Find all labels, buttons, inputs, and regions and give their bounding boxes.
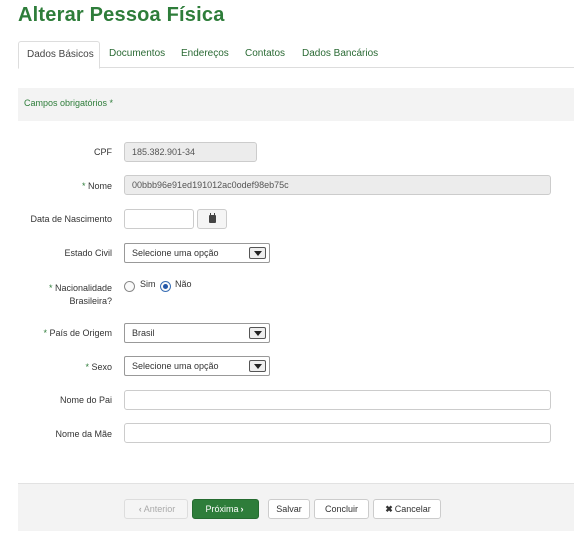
- nacionalidade-label-text: Nacionalidade: [54, 283, 112, 293]
- tab-documentos[interactable]: Documentos: [101, 41, 173, 68]
- salvar-button[interactable]: Salvar: [268, 499, 310, 519]
- cpf-field[interactable]: 185.382.901-34: [124, 142, 257, 162]
- estado-civil-value: Selecione uma opção: [132, 248, 219, 258]
- nome-label: * Nome: [4, 181, 112, 191]
- required-notice-box: Campos obrigatórios *: [18, 88, 574, 121]
- calendar-button[interactable]: [197, 209, 227, 229]
- tab-contatos[interactable]: Contatos: [237, 41, 293, 68]
- nome-pai-field[interactable]: [124, 390, 551, 410]
- sexo-label: * Sexo: [4, 362, 112, 372]
- estado-civil-label: Estado Civil: [64, 248, 112, 258]
- calendar-icon: [209, 213, 216, 223]
- cpf-label: CPF: [94, 147, 112, 157]
- chevron-down-icon: [249, 327, 266, 339]
- proxima-button[interactable]: Próxima ›: [192, 499, 259, 519]
- nacionalidade-sim-radio[interactable]: [124, 281, 135, 292]
- sexo-value: Selecione uma opção: [132, 361, 219, 371]
- sexo-label-text: Sexo: [91, 362, 112, 372]
- required-notice: Campos obrigatórios *: [24, 98, 114, 108]
- anterior-button[interactable]: ‹ Anterior: [124, 499, 188, 519]
- concluir-button[interactable]: Concluir: [314, 499, 369, 519]
- anterior-label: Anterior: [143, 504, 176, 514]
- nacionalidade-label-line2: Brasileira?: [69, 296, 112, 306]
- cancelar-button[interactable]: ✖ Cancelar: [373, 499, 441, 519]
- tabs-bar: Dados Básicos Documentos Endereços Conta…: [18, 41, 574, 69]
- nacionalidade-sim-label: Sim: [140, 279, 156, 289]
- nome-mae-field[interactable]: [124, 423, 551, 443]
- pais-origem-select[interactable]: Brasil: [124, 323, 270, 343]
- data-nascimento-label: Data de Nascimento: [30, 214, 112, 224]
- form-footer: ‹ Anterior Próxima › Salvar Concluir ✖ Canc…: [18, 483, 574, 531]
- cancelar-label: Cancelar: [394, 504, 431, 514]
- nacionalidade-label: * Nacionalidade Brasileira?: [4, 282, 112, 308]
- proxima-label: Próxima: [205, 504, 239, 514]
- nacionalidade-nao-radio[interactable]: [160, 281, 171, 292]
- pais-origem-label-text: País de Origem: [49, 328, 112, 338]
- nome-mae-label: Nome da Mãe: [55, 429, 112, 439]
- nome-label-text: Nome: [87, 181, 112, 191]
- nome-field[interactable]: 00bbb96e91ed191012ac0odef98eb75c: [124, 175, 551, 195]
- tab-dados-basicos[interactable]: Dados Básicos: [18, 41, 100, 69]
- pais-origem-value: Brasil: [132, 328, 155, 338]
- nacionalidade-label-line1: * Nacionalidade: [4, 282, 112, 295]
- chevron-down-icon: [249, 247, 266, 259]
- estado-civil-select[interactable]: Selecione uma opção: [124, 243, 270, 263]
- tab-dados-bancarios[interactable]: Dados Bancários: [294, 41, 386, 68]
- sexo-select[interactable]: Selecione uma opção: [124, 356, 270, 376]
- nacionalidade-nao-label: Não: [175, 279, 192, 289]
- tab-enderecos[interactable]: Endereços: [173, 41, 237, 68]
- close-icon: ✖: [385, 504, 393, 514]
- chevron-down-icon: [249, 360, 266, 372]
- chevron-left-icon: ‹: [138, 504, 142, 514]
- chevron-right-icon: ›: [240, 504, 244, 514]
- pais-origem-label: * País de Origem: [4, 328, 112, 338]
- nome-pai-label: Nome do Pai: [59, 395, 112, 405]
- page-title: Alterar Pessoa Física: [18, 4, 225, 26]
- data-nascimento-field[interactable]: [124, 209, 194, 229]
